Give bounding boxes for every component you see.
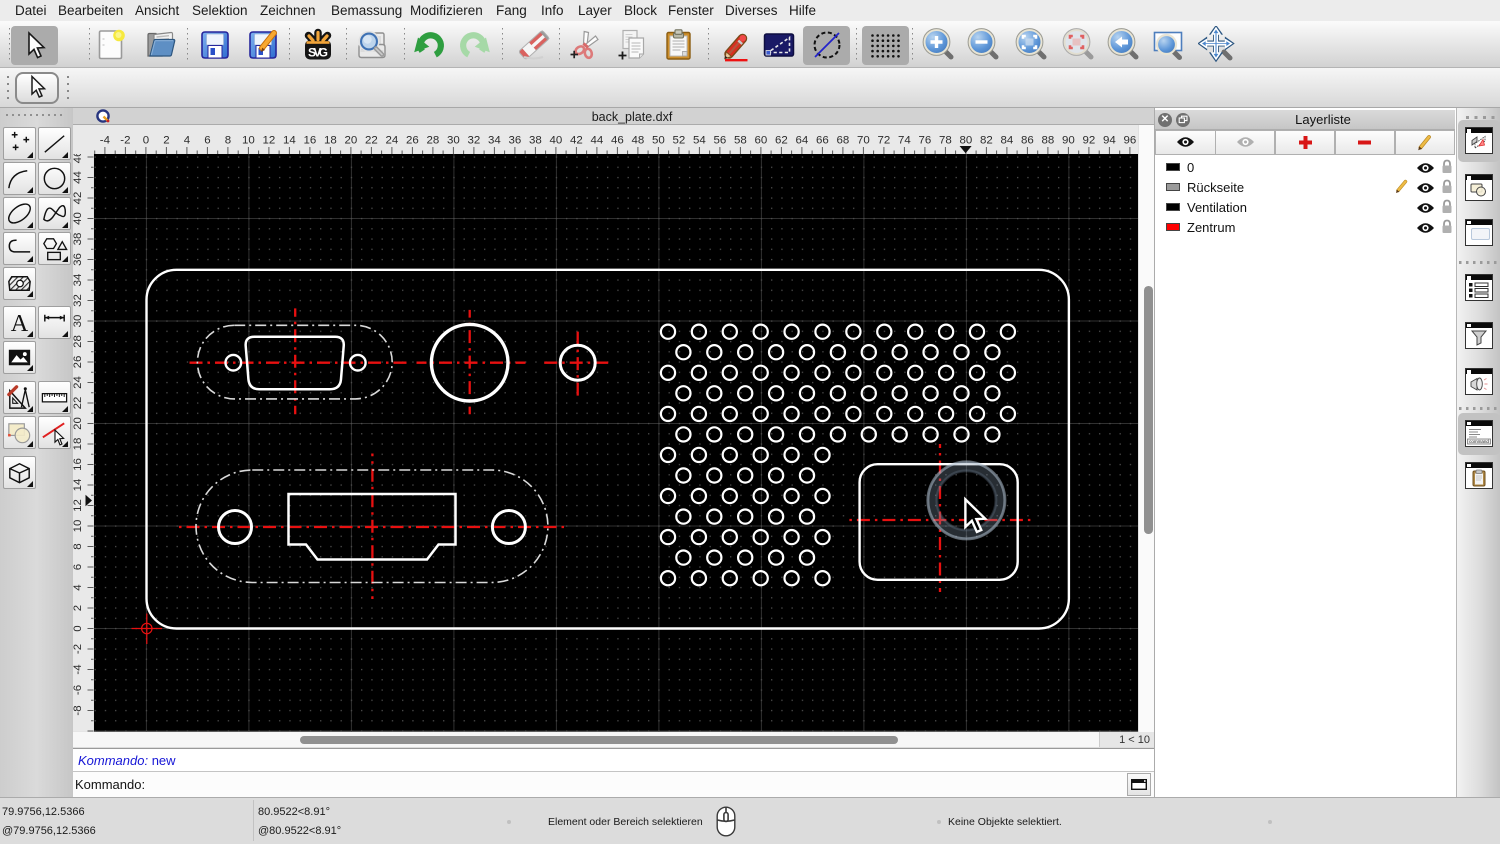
svg-text:12: 12: [263, 134, 276, 146]
svg-text:0: 0: [143, 134, 149, 146]
svg-text:48: 48: [632, 134, 645, 146]
svg-text:88: 88: [1042, 134, 1055, 146]
svg-text:38: 38: [73, 233, 84, 246]
svg-text:18: 18: [324, 134, 337, 146]
svg-text:62: 62: [775, 134, 788, 146]
svg-text:6: 6: [204, 134, 210, 146]
svg-text:16: 16: [73, 458, 84, 471]
svg-text:2: 2: [163, 134, 169, 146]
svg-text:SVG: SVG: [308, 45, 328, 59]
svg-text:A: A: [10, 310, 28, 337]
svg-text:command: command: [1469, 439, 1489, 444]
svg-text:52: 52: [673, 134, 686, 146]
svg-text:44: 44: [591, 134, 604, 146]
svg-text:36: 36: [509, 134, 522, 146]
svg-text:56: 56: [714, 134, 727, 146]
svg-text:22: 22: [73, 397, 84, 410]
svg-text:32: 32: [468, 134, 481, 146]
svg-text:94: 94: [1103, 134, 1116, 146]
svg-text:84: 84: [1001, 134, 1014, 146]
svg-text:-2: -2: [73, 644, 84, 654]
svg-text:44: 44: [73, 171, 84, 184]
svg-text:34: 34: [73, 273, 84, 286]
svg-text:8: 8: [225, 134, 231, 146]
svg-text:28: 28: [427, 134, 440, 146]
svg-text:74: 74: [898, 134, 911, 146]
svg-text:24: 24: [386, 134, 399, 146]
svg-text:42: 42: [73, 192, 84, 205]
svg-text:20: 20: [73, 417, 84, 430]
svg-text:78: 78: [939, 134, 952, 146]
svg-text:26: 26: [406, 134, 419, 146]
svg-text:66: 66: [816, 134, 829, 146]
svg-text:14: 14: [73, 478, 84, 491]
svg-text:24: 24: [73, 375, 84, 388]
svg-text:30: 30: [73, 315, 84, 328]
svg-text:40: 40: [73, 212, 84, 225]
svg-text:26: 26: [73, 356, 84, 369]
svg-text:70: 70: [857, 134, 870, 146]
svg-text:8: 8: [73, 543, 84, 549]
svg-text:36: 36: [73, 253, 84, 266]
svg-text:80: 80: [960, 134, 973, 146]
svg-text:54: 54: [693, 134, 706, 146]
svg-text:4: 4: [73, 584, 84, 591]
svg-text:18: 18: [73, 438, 84, 451]
svg-text:-6: -6: [73, 685, 84, 695]
svg-text:46: 46: [73, 154, 84, 163]
svg-text:16: 16: [304, 134, 317, 146]
svg-text:-4: -4: [100, 134, 111, 146]
svg-text:34: 34: [488, 134, 501, 146]
svg-text:40: 40: [550, 134, 563, 146]
svg-text:10: 10: [73, 520, 84, 533]
svg-text:38: 38: [529, 134, 542, 146]
svg-text:-2: -2: [120, 134, 130, 146]
svg-text:42: 42: [570, 134, 583, 146]
svg-text:28: 28: [73, 335, 84, 348]
svg-text:46: 46: [611, 134, 624, 146]
svg-text:20: 20: [345, 134, 358, 146]
svg-text:32: 32: [73, 294, 84, 307]
svg-text:82: 82: [980, 134, 993, 146]
svg-text:10: 10: [242, 134, 255, 146]
svg-text:12: 12: [73, 499, 84, 512]
svg-text:72: 72: [878, 134, 891, 146]
svg-text:2: 2: [73, 605, 84, 611]
svg-text:58: 58: [734, 134, 747, 146]
svg-text:-4: -4: [73, 664, 84, 675]
svg-text:64: 64: [796, 134, 809, 146]
svg-text:86: 86: [1021, 134, 1034, 146]
svg-text:96: 96: [1124, 134, 1137, 146]
svg-text:50: 50: [652, 134, 665, 146]
svg-text:90: 90: [1062, 134, 1075, 146]
svg-text:76: 76: [919, 134, 932, 146]
svg-text:92: 92: [1083, 134, 1096, 146]
svg-text:60: 60: [755, 134, 768, 146]
svg-text:4: 4: [184, 134, 191, 146]
svg-text:68: 68: [837, 134, 850, 146]
svg-text:22: 22: [365, 134, 378, 146]
svg-text:-8: -8: [73, 705, 84, 715]
svg-text:6: 6: [73, 564, 84, 570]
svg-text:30: 30: [447, 134, 460, 146]
svg-text:14: 14: [283, 134, 296, 146]
svg-text:0: 0: [73, 625, 84, 631]
